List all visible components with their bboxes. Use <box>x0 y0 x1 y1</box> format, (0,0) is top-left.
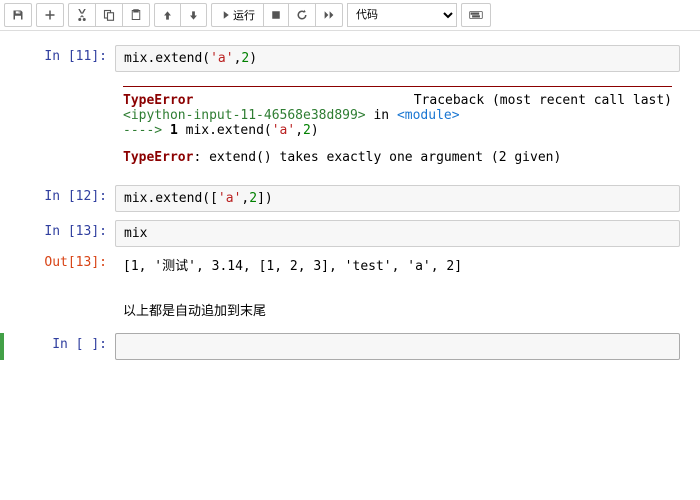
code-input[interactable]: mix <box>115 220 680 247</box>
markdown-cell[interactable]: 以上都是自动追加到末尾 <box>10 292 680 327</box>
toolbar: 运行 代码 <box>0 0 700 31</box>
traceback-label: Traceback (most recent call last) <box>414 93 672 108</box>
run-label: 运行 <box>233 7 255 23</box>
stop-button[interactable] <box>263 3 289 27</box>
error-module: <module> <box>397 108 460 123</box>
restart-button[interactable] <box>288 3 316 27</box>
input-prompt: In [12]: <box>10 185 115 212</box>
code-cell[interactable]: In [11]: mix.extend('a',2) TypeError Tra… <box>10 45 680 171</box>
error-name-2: TypeError <box>123 150 193 165</box>
input-prompt: In [11]: <box>10 45 115 171</box>
save-button[interactable] <box>4 3 32 27</box>
move-up-button[interactable] <box>154 3 181 27</box>
copy-button[interactable] <box>95 3 123 27</box>
active-cell-indicator: In [ ]: <box>0 333 680 360</box>
move-down-button[interactable] <box>180 3 207 27</box>
code-input[interactable]: mix.extend('a',2) <box>115 45 680 72</box>
output-text: [1, '测试', 3.14, [1, 2, 3], 'test', 'a', … <box>115 251 680 278</box>
code-cell[interactable]: In [ ]: <box>10 333 680 360</box>
error-output: TypeError Traceback (most recent call la… <box>115 72 680 171</box>
output-row: Out[13]: [1, '测试', 3.14, [1, 2, 3], 'tes… <box>10 251 680 278</box>
code-cell[interactable]: In [13]: mix <box>10 220 680 247</box>
code-cell[interactable]: In [12]: mix.extend(['a',2]) <box>10 185 680 212</box>
code-input[interactable] <box>115 333 680 360</box>
run-button[interactable]: 运行 <box>211 3 264 27</box>
error-source-link: <ipython-input-11-46568e38d899> <box>123 108 366 123</box>
restart-run-all-button[interactable] <box>315 3 343 27</box>
cut-button[interactable] <box>68 3 96 27</box>
paste-button[interactable] <box>122 3 150 27</box>
error-name: TypeError <box>123 93 193 108</box>
error-arrow: ----> <box>123 123 170 138</box>
cell-type-dropdown[interactable]: 代码 <box>347 3 457 27</box>
notebook-container: In [11]: mix.extend('a',2) TypeError Tra… <box>0 31 700 384</box>
error-divider <box>123 86 672 87</box>
output-prompt: Out[13]: <box>10 251 115 278</box>
add-cell-button[interactable] <box>36 3 64 27</box>
error-message: : extend() takes exactly one argument (2… <box>193 150 561 165</box>
input-prompt: In [ ]: <box>10 333 115 360</box>
code-input[interactable]: mix.extend(['a',2]) <box>115 185 680 212</box>
markdown-text: 以上都是自动追加到末尾 <box>115 292 680 327</box>
command-palette-button[interactable] <box>461 3 491 27</box>
input-prompt: In [13]: <box>10 220 115 247</box>
